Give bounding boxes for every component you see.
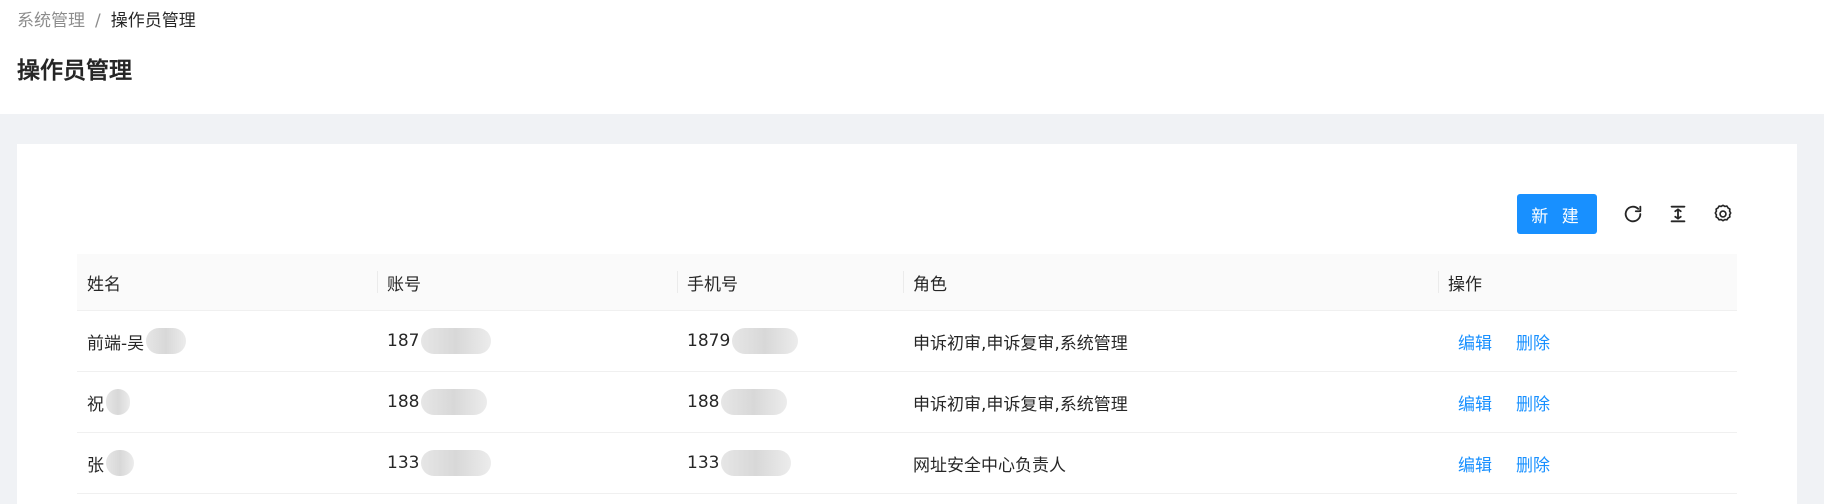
cell-role: 申诉初审,申诉复审,系统管理 bbox=[913, 394, 1128, 415]
cell-account: 187 bbox=[387, 331, 420, 351]
breadcrumb-separator: / bbox=[95, 11, 101, 31]
cell-role: 申诉初审,申诉复审,系统管理 bbox=[913, 333, 1128, 354]
breadcrumb-current: 操作员管理 bbox=[110, 11, 196, 31]
redacted-blur bbox=[421, 328, 492, 354]
cell-phone: 133 bbox=[687, 453, 720, 473]
edit-link[interactable]: 编辑 bbox=[1458, 390, 1492, 415]
table-row: 前端-吴 187 1879 申诉初审,申诉复审,系统管理 编辑 删除 bbox=[77, 311, 1737, 372]
redacted-blur bbox=[721, 450, 792, 476]
settings-icon[interactable] bbox=[1709, 200, 1737, 228]
page-header: 系统管理 / 操作员管理 操作员管理 bbox=[0, 0, 1824, 114]
delete-link[interactable]: 删除 bbox=[1516, 329, 1550, 354]
edit-link[interactable]: 编辑 bbox=[1458, 329, 1492, 354]
cell-role: 网址安全中心负责人 bbox=[913, 455, 1066, 476]
cell-phone: 188 bbox=[687, 392, 720, 412]
breadcrumb: 系统管理 / 操作员管理 bbox=[17, 10, 1807, 32]
cell-account: 133 bbox=[387, 453, 420, 473]
column-header-name: 姓名 bbox=[87, 274, 121, 295]
breadcrumb-system-management[interactable]: 系统管理 bbox=[17, 10, 85, 32]
column-header-role: 角色 bbox=[903, 254, 1438, 310]
redacted-blur bbox=[732, 328, 799, 354]
redacted-blur bbox=[106, 389, 130, 415]
page-title: 操作员管理 bbox=[17, 58, 132, 84]
table-row: 祝 188 188 申诉初审,申诉复审,系统管理 编辑 删除 bbox=[77, 372, 1737, 433]
operator-table-card: 新 建 姓名 账号 手机号 角色 操作 前端-吴 187 1879 申诉初审,申… bbox=[17, 144, 1797, 504]
reload-icon[interactable] bbox=[1619, 200, 1647, 228]
delete-link[interactable]: 删除 bbox=[1516, 390, 1550, 415]
table-row: 张 133 133 网址安全中心负责人 编辑 删除 bbox=[77, 433, 1737, 494]
column-header-actions: 操作 bbox=[1438, 254, 1737, 310]
delete-link[interactable]: 删除 bbox=[1516, 451, 1550, 476]
cell-name: 张 bbox=[87, 455, 104, 476]
operator-table: 姓名 账号 手机号 角色 操作 前端-吴 187 1879 申诉初审,申诉复审,… bbox=[77, 254, 1737, 494]
cell-name: 祝 bbox=[87, 394, 104, 415]
redacted-blur bbox=[106, 450, 134, 476]
cell-name: 前端-吴 bbox=[87, 333, 145, 354]
column-header-phone: 手机号 bbox=[677, 254, 903, 310]
table-header: 姓名 账号 手机号 角色 操作 bbox=[77, 254, 1737, 311]
redacted-blur bbox=[721, 389, 788, 415]
density-icon[interactable] bbox=[1664, 200, 1692, 228]
cell-account: 188 bbox=[387, 392, 420, 412]
redacted-blur bbox=[146, 328, 187, 354]
redacted-blur bbox=[421, 389, 488, 415]
column-header-account: 账号 bbox=[377, 254, 677, 310]
edit-link[interactable]: 编辑 bbox=[1458, 451, 1492, 476]
table-toolbar: 新 建 bbox=[1517, 194, 1737, 234]
redacted-blur bbox=[421, 450, 492, 476]
cell-phone: 1879 bbox=[687, 331, 731, 351]
new-button[interactable]: 新 建 bbox=[1517, 194, 1597, 234]
